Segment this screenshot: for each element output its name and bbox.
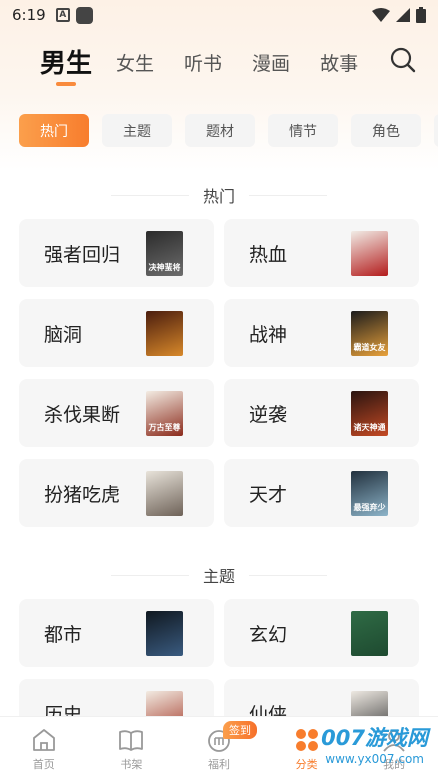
book-cover: 决神蜚将 bbox=[146, 231, 183, 276]
book-cover: 诸天神通 bbox=[351, 391, 388, 436]
category-card[interactable]: 扮猪吃虎 bbox=[19, 459, 214, 527]
category-card[interactable]: 杀伐果断万古至尊 bbox=[19, 379, 214, 447]
category-label: 玄幻 bbox=[249, 623, 288, 646]
filter-chip-bar: 热门 主题 题材 情节 角色 bbox=[19, 114, 438, 147]
nav-label: 首页 bbox=[32, 758, 55, 771]
nav-label: 福利 bbox=[207, 758, 230, 771]
book-cover bbox=[146, 311, 183, 356]
signal-icon bbox=[396, 8, 410, 22]
category-label: 强者回归 bbox=[44, 243, 121, 266]
cover-title: 最强弃少 bbox=[353, 503, 386, 512]
section-title: 主题 bbox=[202, 567, 235, 586]
tab-comics[interactable]: 漫画 bbox=[252, 49, 290, 88]
divider-line bbox=[110, 194, 189, 196]
status-bar: 6:19 A bbox=[0, 0, 438, 30]
book-icon bbox=[119, 730, 144, 751]
chip-character[interactable]: 角色 bbox=[351, 114, 421, 147]
cover-title: 决神蜚将 bbox=[148, 263, 181, 272]
category-card[interactable]: 都市 bbox=[19, 599, 214, 667]
book-cover: 霸道女友 bbox=[351, 311, 388, 356]
home-icon bbox=[32, 729, 55, 751]
chip-plot[interactable]: 情节 bbox=[268, 114, 338, 147]
category-card[interactable]: 热血 bbox=[224, 219, 419, 287]
search-icon[interactable] bbox=[390, 47, 416, 73]
status-time: 6:19 bbox=[12, 6, 46, 24]
chip-hot[interactable]: 热门 bbox=[19, 114, 89, 147]
nav-welfare[interactable]: 签到 福利 bbox=[175, 717, 263, 778]
category-label: 都市 bbox=[44, 623, 83, 646]
tab-stories[interactable]: 故事 bbox=[320, 49, 358, 88]
watermark-url: www.yx007.com bbox=[325, 752, 424, 766]
divider-line bbox=[110, 574, 189, 576]
checkin-badge[interactable]: 签到 bbox=[222, 721, 257, 739]
chip-overflow[interactable] bbox=[434, 114, 438, 147]
category-card[interactable]: 逆袭诸天神通 bbox=[224, 379, 419, 447]
nav-label: 书架 bbox=[120, 758, 143, 771]
category-card[interactable]: 脑洞 bbox=[19, 299, 214, 367]
category-label: 热血 bbox=[249, 243, 288, 266]
category-card[interactable]: 玄幻 bbox=[224, 599, 419, 667]
section-title: 热门 bbox=[202, 187, 235, 206]
category-label: 扮猪吃虎 bbox=[44, 483, 121, 506]
category-card[interactable]: 强者回归决神蜚将 bbox=[19, 219, 214, 287]
book-cover bbox=[146, 611, 183, 656]
tab-audiobook[interactable]: 听书 bbox=[184, 49, 222, 88]
watermark-title: 007游戏网 bbox=[321, 726, 428, 750]
battery-icon bbox=[416, 7, 426, 23]
section-title-hot-row: 热门 bbox=[0, 183, 438, 207]
tab-male[interactable]: 男生 bbox=[40, 43, 92, 88]
book-cover: 最强弃少 bbox=[351, 471, 388, 516]
book-cover bbox=[351, 611, 388, 656]
cover-title: 诸天神通 bbox=[353, 423, 386, 432]
category-label: 天才 bbox=[249, 483, 288, 506]
section-title-theme-row: 主题 bbox=[0, 563, 438, 587]
category-grid-hot: 强者回归决神蜚将 热血 脑洞 战神霸道女友 杀伐果断万古至尊 逆袭诸天神通 扮猪… bbox=[19, 219, 419, 527]
book-cover bbox=[351, 231, 388, 276]
book-cover bbox=[146, 471, 183, 516]
watermark-logo: 007游戏网 www.yx007.com bbox=[304, 712, 434, 774]
divider-line bbox=[249, 574, 327, 576]
notification-app-icon: A bbox=[55, 8, 70, 22]
chip-genre[interactable]: 题材 bbox=[185, 114, 255, 147]
category-card[interactable]: 天才最强弃少 bbox=[224, 459, 419, 527]
wifi-icon bbox=[372, 8, 390, 22]
cover-title: 霸道女友 bbox=[353, 343, 386, 352]
cover-title: 万古至尊 bbox=[148, 423, 181, 432]
tab-female[interactable]: 女生 bbox=[116, 49, 154, 88]
nav-home[interactable]: 首页 bbox=[0, 717, 88, 778]
top-tab-bar: 男生 女生 听书 漫画 故事 bbox=[40, 40, 388, 88]
divider-line bbox=[249, 194, 327, 196]
category-card[interactable]: 战神霸道女友 bbox=[224, 299, 419, 367]
chip-theme[interactable]: 主题 bbox=[102, 114, 172, 147]
category-label: 战神 bbox=[249, 323, 288, 346]
category-label: 杀伐果断 bbox=[44, 403, 121, 426]
category-label: 逆袭 bbox=[249, 403, 288, 426]
category-label: 脑洞 bbox=[44, 323, 83, 346]
book-cover: 万古至尊 bbox=[146, 391, 183, 436]
notification-square-icon bbox=[75, 6, 93, 24]
nav-bookshelf[interactable]: 书架 bbox=[88, 717, 176, 778]
